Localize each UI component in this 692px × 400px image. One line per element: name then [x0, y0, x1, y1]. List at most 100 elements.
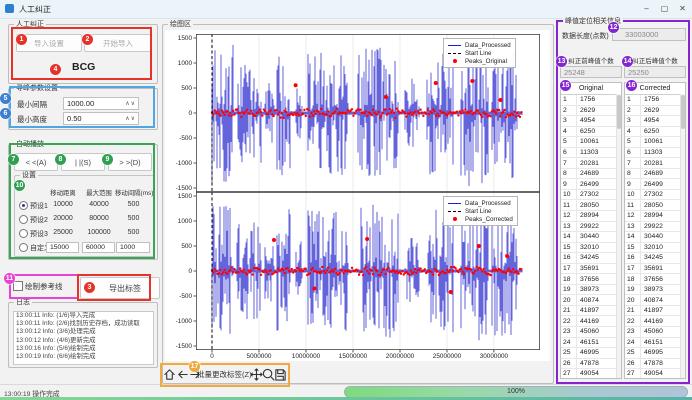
table-row[interactable]: 11756	[561, 95, 621, 106]
table-row[interactable]: 1228994	[561, 211, 621, 222]
scrollbar-thumb[interactable]	[617, 95, 621, 129]
forward-button[interactable]: > >(D)	[108, 153, 152, 171]
table-row[interactable]: 2546995	[561, 348, 621, 359]
peak-sample-value: 32010	[641, 244, 663, 251]
peak-info-panel: 峰值定位相关信息 数据长度(点数) 33003000 纠正前峰值个数 纠正后峰值…	[556, 20, 690, 384]
table-row[interactable]: 34954	[625, 116, 685, 127]
table-row[interactable]: 1128050	[625, 200, 685, 211]
table-row[interactable]: 2141897	[625, 306, 685, 317]
table-row[interactable]: 46250	[561, 127, 621, 138]
spinner-up-down-icon[interactable]	[125, 115, 136, 122]
peak-sample-value: 30440	[641, 233, 663, 240]
table-row[interactable]: 1837656	[561, 274, 621, 285]
save-icon[interactable]	[274, 368, 287, 381]
annotation-badge-13: 13	[556, 56, 567, 67]
corrected-peaks-table[interactable]: Corrected1175622629349544625051006161130…	[624, 82, 686, 379]
scrollbar-thumb[interactable]	[681, 95, 685, 129]
home-icon[interactable]	[163, 368, 176, 381]
row-index: 27	[625, 369, 641, 379]
custom-value-input-1[interactable]: 15000	[46, 242, 79, 253]
table-row[interactable]: 510061	[561, 137, 621, 148]
custom-value-input-3[interactable]: 1000	[116, 242, 150, 253]
table-row[interactable]: 11756	[625, 95, 685, 106]
peak-sample-value: 34245	[577, 254, 599, 261]
table-row[interactable]: 720281	[625, 158, 685, 169]
table-row[interactable]: 46250	[625, 127, 685, 138]
preset-radio-2[interactable]	[19, 215, 28, 224]
table-row[interactable]: 1837656	[625, 274, 685, 285]
log-output[interactable]: 13:00:11 Info: (1/6)导入完成13:00:11 Info: (…	[13, 311, 154, 365]
table-row[interactable]: 824689	[561, 169, 621, 180]
min-height-spinbox[interactable]: 0.50	[63, 112, 139, 125]
table-row[interactable]: 2345060	[561, 327, 621, 338]
table-row[interactable]: 2446151	[625, 338, 685, 349]
table-scrollbar[interactable]	[680, 94, 685, 378]
batch-edit-labels-button[interactable]: 批量更改标签(Z)	[197, 369, 252, 380]
reference-line-checkbox[interactable]	[13, 281, 23, 291]
table-row[interactable]: 1938973	[625, 285, 685, 296]
table-row[interactable]: 1634245	[561, 253, 621, 264]
table-row[interactable]: 926499	[561, 179, 621, 190]
table-row[interactable]: 2546995	[625, 348, 685, 359]
table-row[interactable]: 1027302	[561, 190, 621, 201]
maximize-button[interactable]: ▢	[657, 2, 672, 16]
table-row[interactable]: 2244169	[561, 316, 621, 327]
table-row[interactable]: 22629	[625, 106, 685, 117]
table-row[interactable]: 1634245	[625, 253, 685, 264]
table-row[interactable]: 1430440	[625, 232, 685, 243]
pause-button[interactable]: | |(S)	[61, 153, 105, 171]
close-button[interactable]: ✕	[675, 2, 690, 16]
preset-value: 80000	[81, 215, 117, 222]
annotation-badge-15: 15	[560, 80, 571, 91]
table-row[interactable]: 2647878	[561, 359, 621, 370]
table-row[interactable]: 1735691	[625, 264, 685, 275]
table-row[interactable]: 34954	[561, 116, 621, 127]
table-row[interactable]: 2345060	[625, 327, 685, 338]
preset-radio-4[interactable]	[19, 243, 28, 252]
row-index: 7	[561, 158, 577, 168]
row-index: 12	[625, 211, 641, 221]
table-row[interactable]: 611303	[625, 148, 685, 159]
table-row[interactable]: 1027302	[625, 190, 685, 201]
table-row[interactable]: 2749054	[561, 369, 621, 379]
legend-entry: Start Line	[448, 207, 513, 215]
table-row[interactable]: 2749054	[625, 369, 685, 379]
peak-sample-value: 6250	[577, 128, 595, 135]
original-peaks-table[interactable]: Original11756226293495446250510061611303…	[560, 82, 622, 379]
table-row[interactable]: 1735691	[561, 264, 621, 275]
app-icon	[5, 4, 14, 13]
table-row[interactable]: 1329922	[561, 222, 621, 233]
table-row[interactable]: 1128050	[561, 200, 621, 211]
preset-radio-1[interactable]	[19, 201, 28, 210]
table-row[interactable]: 824689	[625, 169, 685, 180]
back-icon[interactable]	[176, 368, 189, 381]
table-row[interactable]: 22629	[561, 106, 621, 117]
table-row[interactable]: 510061	[625, 137, 685, 148]
table-scrollbar[interactable]	[616, 94, 621, 378]
table-row[interactable]: 926499	[625, 179, 685, 190]
start-import-button[interactable]: 开始导入	[84, 34, 152, 52]
table-row[interactable]: 1329922	[625, 222, 685, 233]
table-row[interactable]: 2244169	[625, 316, 685, 327]
table-row[interactable]: 1938973	[561, 285, 621, 296]
table-row[interactable]: 2141897	[561, 306, 621, 317]
row-index: 22	[561, 316, 577, 326]
table-row[interactable]: 2446151	[561, 338, 621, 349]
table-row[interactable]: 720281	[561, 158, 621, 169]
table-row[interactable]: 2040874	[561, 295, 621, 306]
table-row[interactable]: 1532010	[625, 243, 685, 254]
table-row[interactable]: 1228994	[625, 211, 685, 222]
custom-value-input-2[interactable]: 60000	[82, 242, 115, 253]
preset-radio-3[interactable]	[19, 229, 28, 238]
rewind-button[interactable]: < <(A)	[14, 153, 58, 171]
minimize-button[interactable]: –	[639, 2, 654, 16]
table-row[interactable]: 2040874	[625, 295, 685, 306]
line-sample-icon	[448, 45, 461, 46]
row-index: 19	[561, 285, 577, 295]
table-row[interactable]: 1532010	[561, 243, 621, 254]
min-interval-spinbox[interactable]: 1000.00	[63, 97, 139, 110]
table-row[interactable]: 1430440	[561, 232, 621, 243]
table-row[interactable]: 611303	[561, 148, 621, 159]
spinner-up-down-icon[interactable]	[125, 100, 136, 107]
table-row[interactable]: 2647878	[625, 359, 685, 370]
